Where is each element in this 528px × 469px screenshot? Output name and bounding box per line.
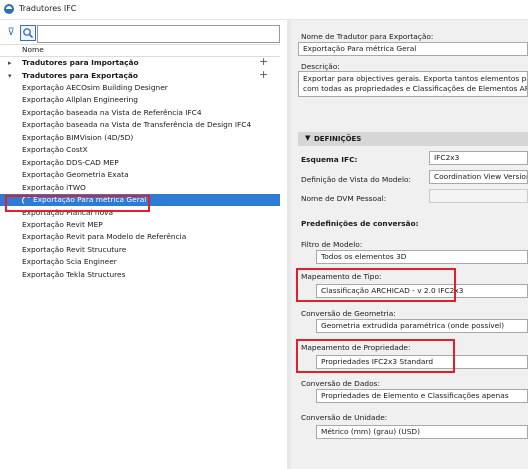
list-item[interactable]: Exportação Revit Strucuture [0, 244, 280, 256]
app-logo-icon [4, 4, 14, 14]
list-item-label: Exportação Revit Strucuture [22, 244, 127, 254]
translator-name-field[interactable]: Exportação Para métrica Geral [298, 42, 528, 56]
conversion-presets-label: Predefinições de conversão: [301, 219, 419, 228]
mvd-dropdown[interactable]: Coordination View Version 2 [429, 170, 528, 184]
list-item[interactable]: Exportação baseada na Vista de Referênci… [0, 107, 280, 119]
highlight-box [296, 268, 456, 302]
data-conversion-label: Conversão de Dados: [301, 379, 380, 388]
geometry-conversion-dropdown[interactable]: Geometria extrudida paramétrica (onde po… [316, 319, 528, 333]
filter-icon[interactable]: ⊽ [6, 26, 16, 40]
group-import-translators[interactable]: ▸ Tradutores para Importação + [0, 55, 280, 69]
list-item-label: Exportação BIMVision (4D/5D) [22, 132, 134, 142]
name-label: Nome de Tradutor para Exportação: [301, 32, 434, 41]
ifc-schema-label: Esquema IFC: [301, 155, 358, 164]
list-header[interactable]: Nome [0, 44, 280, 56]
group-export-translators[interactable]: ▾ Tradutores para Exportação + [0, 68, 280, 82]
list-item[interactable]: Exportação iTWO [0, 182, 280, 194]
geometry-conversion-label: Conversão de Geometria: [301, 309, 396, 318]
list-item[interactable]: Exportação Tekla Structures [0, 269, 280, 281]
list-item[interactable]: Exportação Revit MEP [0, 219, 280, 231]
list-item-label: Exportação CostX [22, 145, 88, 155]
list-item-label: Exportação AECOsim Building Designer [22, 83, 168, 92]
unit-conversion-dropdown[interactable]: Métrico (mm) (grau) (USD) [316, 425, 528, 439]
chevron-right-icon[interactable]: ▸ [8, 57, 12, 69]
list-item[interactable]: Exportação Revit para Modelo de Referênc… [0, 231, 280, 243]
list-item-label: Exportação DDS-CAD MEP [22, 157, 119, 167]
list-item-label: Exportação iTWO [22, 182, 86, 192]
list-item[interactable]: Exportação BIMVision (4D/5D) [0, 132, 280, 144]
list-item[interactable]: Exportação DDS-CAD MEP [0, 157, 280, 169]
title-bar: Tradutores IFC [0, 0, 528, 20]
search-button[interactable] [20, 25, 36, 41]
search-icon [23, 28, 33, 38]
list-item[interactable]: Exportação baseada na Vista de Transferê… [0, 119, 280, 131]
custom-mvd-label: Nome de DVM Pessoal: [301, 194, 387, 203]
ifc-schema-dropdown[interactable]: IFC2x3 [429, 151, 528, 165]
list-item[interactable]: Exportação AECOsim Building Designer [0, 82, 280, 94]
list-item-label: Exportação Geometria Exata [22, 170, 129, 180]
list-item-label: Exportação baseada na Vista de Referênci… [22, 107, 202, 117]
description-label: Descrição: [301, 62, 340, 71]
list-item[interactable]: Exportação Allplan Engineering [0, 94, 280, 106]
description-field[interactable]: Exportar para objectives gerais. Exporta… [298, 71, 528, 97]
chevron-down-icon[interactable]: ▾ [8, 70, 12, 82]
list-item-label: Exportação Scia Engineer [22, 257, 117, 267]
list-item-label: Exportação Allplan Engineering [22, 95, 138, 105]
list-item-label: Exportação Revit para Modelo de Referênc… [22, 232, 187, 242]
search-input[interactable] [37, 25, 280, 43]
highlight-box [5, 195, 150, 212]
add-icon[interactable]: + [259, 68, 268, 81]
highlight-box [296, 339, 455, 373]
model-filter-label: Filtro de Modelo: [301, 240, 363, 249]
model-filter-dropdown[interactable]: Todos os elementos 3D [316, 250, 528, 264]
custom-mvd-field[interactable] [429, 189, 528, 203]
data-conversion-dropdown[interactable]: Propriedades de Elemento e Classificaçõe… [316, 389, 528, 403]
list-item[interactable]: Exportação Geometria Exata [0, 169, 280, 181]
section-definitions-header[interactable]: ▼ DEFINIÇÕES [298, 132, 528, 146]
list-item[interactable]: Exportação Scia Engineer [0, 256, 280, 268]
add-icon[interactable]: + [259, 55, 268, 68]
list-item[interactable]: Exportação CostX [0, 144, 280, 156]
unit-conversion-label: Conversão de Unidade: [301, 413, 388, 422]
list-item-label: Exportação Revit MEP [22, 219, 103, 229]
list-item-label: Exportação baseada na Vista de Transferê… [22, 120, 252, 130]
mvd-label: Definição de Vista do Modelo: [301, 175, 412, 184]
window-title: Tradutores IFC [19, 4, 77, 13]
list-item-label: Exportação Tekla Structures [22, 269, 126, 279]
chevron-down-icon[interactable]: ▼ [305, 134, 310, 142]
